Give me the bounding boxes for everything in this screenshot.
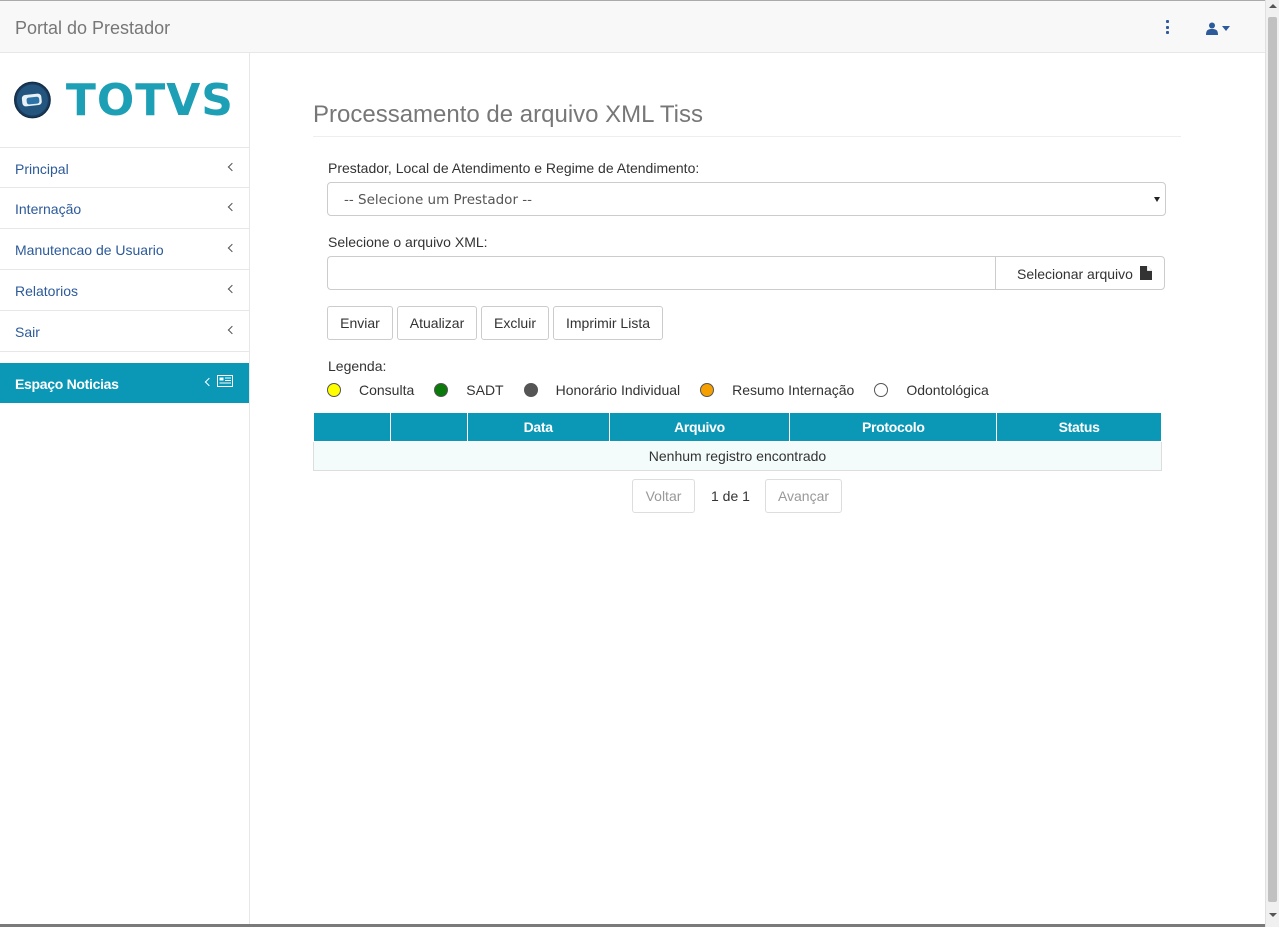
user-menu[interactable] [1206, 20, 1230, 36]
more-options-icon[interactable] [1163, 20, 1171, 34]
file-label: Selecione o arquivo XML: [328, 234, 488, 250]
legend-dot-sadt [434, 383, 449, 397]
sidebar-item-manutencao-usuario[interactable]: Manutencao de Usuario [0, 229, 249, 270]
sidebar-item-label: Espaço Noticias [15, 376, 119, 392]
sidebar: TOTVS Principal Internação Manutencao de… [0, 53, 250, 925]
legend-label: SADT [466, 382, 504, 398]
chevron-left-icon [227, 325, 237, 335]
table-header-row: Data Arquivo Protocolo Status [313, 412, 1162, 442]
column-header-protocolo[interactable]: Protocolo [789, 412, 998, 442]
chevron-down-icon [1154, 197, 1160, 202]
legend: Consulta SADT Honorário Individual Resum… [327, 380, 989, 400]
title-divider [313, 136, 1181, 137]
legend-dot-odontologica [874, 383, 889, 397]
page-scrollbar[interactable] [1265, 0, 1279, 927]
chevron-left-icon [227, 243, 237, 253]
prestador-select-value: -- Selecione um Prestador -- [344, 192, 533, 208]
legend-label: Resumo Internação [732, 382, 855, 398]
sidebar-item-sair[interactable]: Sair [0, 311, 249, 352]
legend-dot-consulta [327, 383, 341, 397]
excluir-button[interactable]: Excluir [481, 306, 549, 340]
column-header-data[interactable]: Data [466, 412, 610, 442]
sidebar-item-label: Manutencao de Usuario [15, 242, 164, 258]
chevron-down-icon [1222, 25, 1230, 31]
select-file-label: Selecionar arquivo [1017, 266, 1133, 282]
sidebar-item-label: Sair [15, 324, 40, 340]
atualizar-button[interactable]: Atualizar [397, 306, 477, 340]
scroll-down-arrow-icon[interactable] [1269, 913, 1277, 917]
sidebar-item-relatorios[interactable]: Relatorios [0, 270, 249, 311]
legend-label: Odontológica [906, 382, 989, 398]
sidebar-item-label: Internação [15, 201, 82, 217]
chevron-left-icon [227, 284, 237, 294]
file-icon [1140, 266, 1152, 280]
user-icon [1206, 22, 1218, 35]
scrollbar-thumb[interactable] [1268, 17, 1277, 902]
page-title: Processamento de arquivo XML Tiss [313, 101, 703, 128]
xml-files-table: Data Arquivo Protocolo Status Nenhum reg… [313, 412, 1162, 471]
pager-next-button[interactable]: Avançar [765, 479, 842, 513]
sidebar-item-internacao[interactable]: Internação [0, 188, 249, 229]
newspaper-icon [217, 375, 233, 387]
file-path-input[interactable] [327, 256, 996, 290]
sidebar-item-label: Principal [15, 161, 69, 177]
sidebar-item-espaco-noticias[interactable]: Espaço Noticias [0, 363, 249, 403]
scroll-up-arrow-icon[interactable] [1269, 4, 1277, 8]
chevron-left-icon [204, 377, 214, 387]
imprimir-lista-button[interactable]: Imprimir Lista [553, 306, 663, 340]
legend-dot-honorario [523, 383, 538, 397]
prestador-label: Prestador, Local de Atendimento e Regime… [328, 160, 700, 176]
table-row: Nenhum registro encontrado [313, 441, 1162, 471]
enviar-button[interactable]: Enviar [327, 306, 393, 340]
chevron-left-icon [227, 202, 237, 212]
select-file-button[interactable]: Selecionar arquivo [995, 256, 1165, 290]
sidebar-menu: Principal Internação Manutencao de Usuar… [0, 147, 249, 352]
chevron-left-icon [227, 162, 237, 172]
legend-dot-resumo-internacao [700, 383, 715, 397]
column-header-status[interactable]: Status [996, 412, 1162, 442]
totvs-logo: TOTVS [14, 67, 234, 133]
logo-text: TOTVS [65, 74, 234, 126]
legend-title: Legenda: [328, 358, 387, 374]
legend-label: Consulta [359, 382, 415, 398]
totvs-logo-icon [14, 81, 51, 119]
prestador-select[interactable]: -- Selecione um Prestador -- [327, 182, 1166, 216]
top-navbar: Portal do Prestador [0, 0, 1265, 53]
legend-label: Honorário Individual [555, 382, 681, 398]
empty-table-message: Nenhum registro encontrado [313, 441, 1162, 471]
pager-prev-button[interactable]: Voltar [632, 479, 695, 513]
sidebar-item-principal[interactable]: Principal [0, 147, 249, 188]
sidebar-item-label: Relatorios [15, 283, 79, 299]
brand-title[interactable]: Portal do Prestador [15, 18, 170, 39]
pager-info: 1 de 1 [711, 488, 750, 504]
column-header[interactable] [313, 412, 391, 442]
column-header-arquivo[interactable]: Arquivo [608, 412, 791, 442]
column-header[interactable] [389, 412, 468, 442]
